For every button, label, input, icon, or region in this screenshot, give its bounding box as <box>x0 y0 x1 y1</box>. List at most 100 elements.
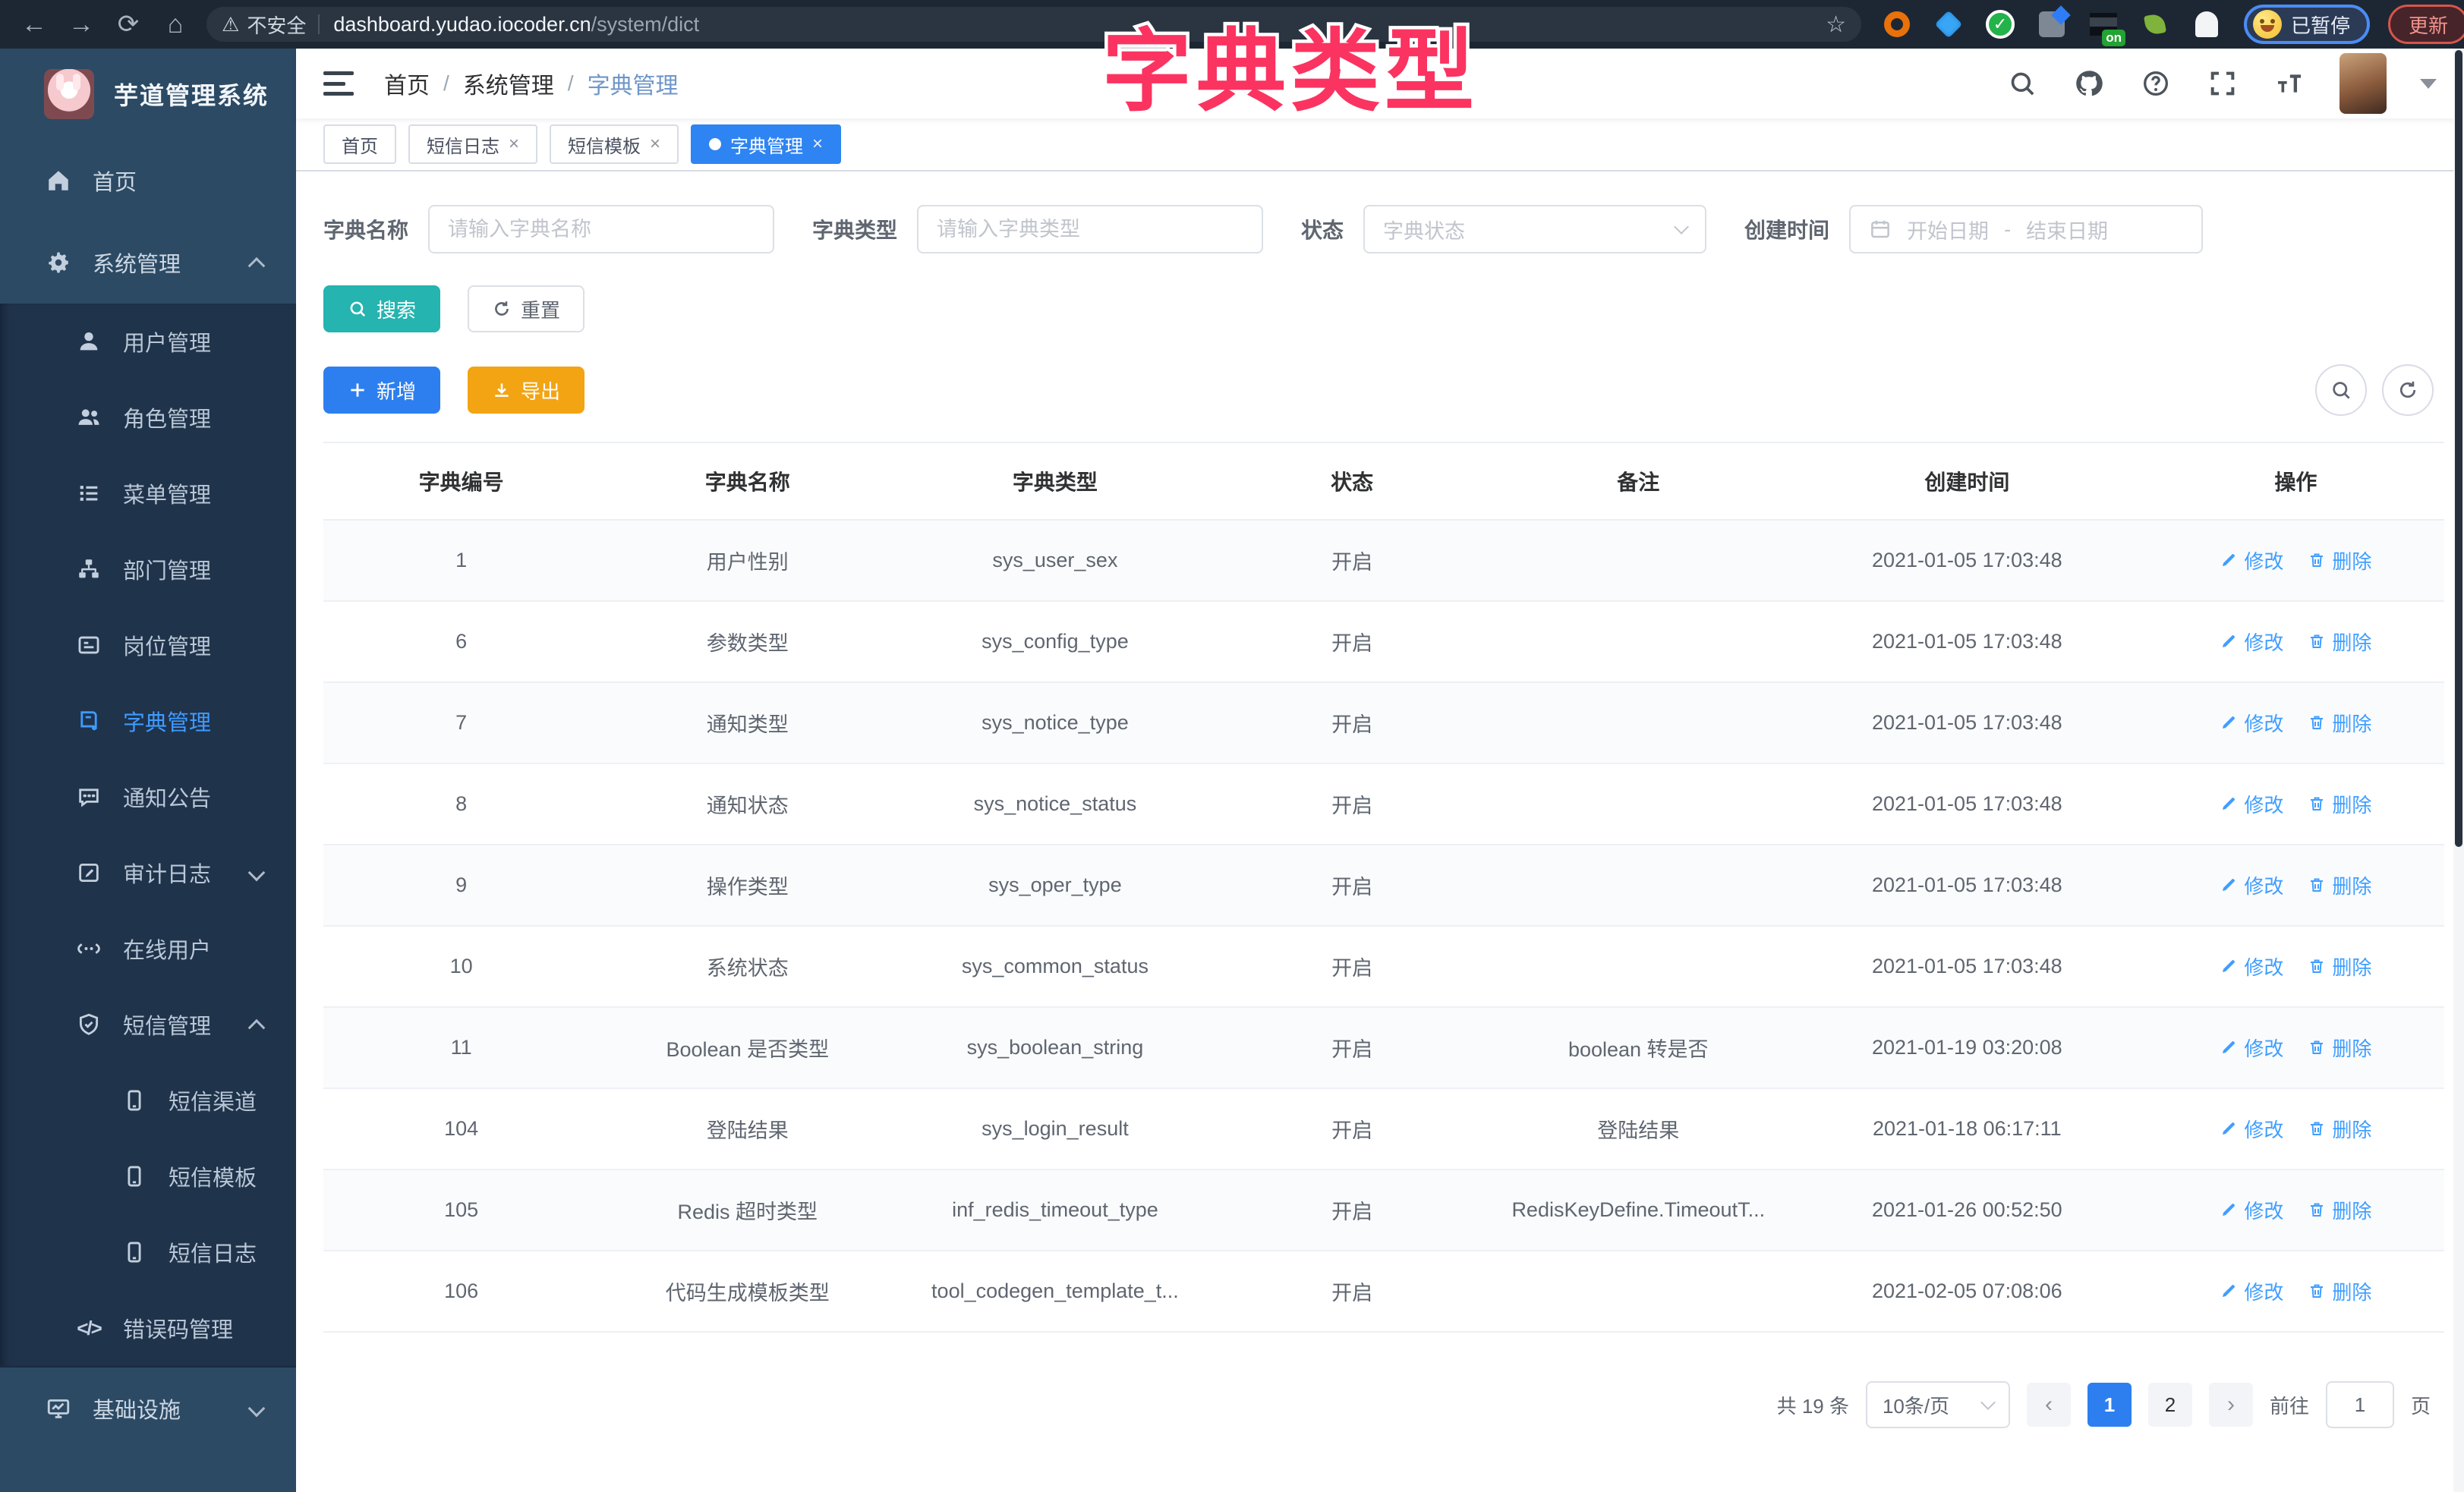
sidebar-item-sms-channel[interactable]: 短信渠道 <box>0 1062 296 1138</box>
edit-link[interactable]: 修改 <box>2220 1115 2283 1143</box>
tab-home[interactable]: 首页 <box>323 124 396 164</box>
github-icon[interactable] <box>2072 67 2106 100</box>
sidebar-item-sms-template[interactable]: 短信模板 <box>0 1138 296 1214</box>
delete-link[interactable]: 删除 <box>2308 1115 2371 1143</box>
tab-sms-template[interactable]: 短信模板 × <box>550 124 679 164</box>
extension-sprout-icon[interactable] <box>2139 8 2171 40</box>
page-2-button[interactable]: 2 <box>2148 1383 2192 1427</box>
edit-link[interactable]: 修改 <box>2220 709 2283 737</box>
search-button[interactable]: 搜索 <box>323 285 440 332</box>
tab-dict-management[interactable]: 字典管理 × <box>691 124 841 164</box>
chrome-update-button[interactable]: 更新 <box>2388 5 2464 44</box>
hamburger-icon[interactable] <box>323 71 354 96</box>
refresh-table-button[interactable] <box>2382 364 2434 416</box>
cell-dict-type-link[interactable]: sys_notice_type <box>896 682 1214 763</box>
delete-link[interactable]: 删除 <box>2308 871 2371 899</box>
fullscreen-icon[interactable] <box>2206 67 2239 100</box>
edit-link[interactable]: 修改 <box>2220 790 2283 818</box>
edit-link[interactable]: 修改 <box>2220 628 2283 656</box>
breadcrumb-system[interactable]: 系统管理 <box>463 67 554 100</box>
cell-dict-type-link[interactable]: inf_redis_timeout_type <box>896 1169 1214 1251</box>
delete-link[interactable]: 删除 <box>2308 628 2371 656</box>
close-icon[interactable]: × <box>812 134 823 155</box>
delete-link[interactable]: 删除 <box>2308 952 2371 981</box>
sidebar-item-sms-management[interactable]: 短信管理 <box>0 987 296 1062</box>
create-button[interactable]: 新增 <box>323 367 440 414</box>
close-icon[interactable]: × <box>509 134 519 155</box>
page-1-button[interactable]: 1 <box>2087 1383 2132 1427</box>
home-icon[interactable]: ⌂ <box>152 10 199 39</box>
reload-icon[interactable]: ⟳ <box>105 9 152 39</box>
delete-link[interactable]: 删除 <box>2308 546 2371 574</box>
prev-page-button[interactable]: ‹ <box>2027 1383 2071 1427</box>
edit-link[interactable]: 修改 <box>2220 1034 2283 1062</box>
breadcrumb-home[interactable]: 首页 <box>384 67 430 100</box>
cell-dict-type-link[interactable]: sys_boolean_string <box>896 1007 1214 1088</box>
dict-type-input[interactable] <box>937 218 1243 241</box>
sidebar-item-error-code-management[interactable]: </> 错误码管理 <box>0 1290 296 1366</box>
show-search-button[interactable] <box>2315 364 2367 416</box>
scrollbar-thumb[interactable] <box>2455 50 2462 847</box>
date-range-picker[interactable]: 开始日期 - 结束日期 <box>1849 205 2203 253</box>
avatar-caret-icon[interactable] <box>2420 79 2437 89</box>
page-size-select[interactable]: 10条/页 <box>1866 1381 2010 1428</box>
create-time-label: 创建时间 <box>1744 214 1829 244</box>
sidebar-item-notice-management[interactable]: 通知公告 <box>0 759 296 835</box>
edit-link[interactable]: 修改 <box>2220 1196 2283 1224</box>
paused-extension-chip[interactable]: 已暂停 <box>2244 5 2370 44</box>
sidebar-item-menu-management[interactable]: 菜单管理 <box>0 455 296 531</box>
sidebar-item-user-management[interactable]: 用户管理 <box>0 304 296 379</box>
sidebar-item-audit-log[interactable]: 审计日志 <box>0 835 296 911</box>
edit-link[interactable]: 修改 <box>2220 1277 2283 1305</box>
scrollbar[interactable] <box>2453 49 2464 1492</box>
sidebar-item-sms-log[interactable]: 短信日志 <box>0 1214 296 1290</box>
delete-link[interactable]: 删除 <box>2308 790 2371 818</box>
sidebar-item-online-users[interactable]: 在线用户 <box>0 911 296 987</box>
forward-icon[interactable]: → <box>58 10 105 39</box>
sidebar-item-system-management[interactable]: 系统管理 <box>0 222 296 304</box>
user-avatar[interactable] <box>2340 53 2387 114</box>
back-icon[interactable]: ← <box>11 10 58 39</box>
close-icon[interactable]: × <box>650 134 660 155</box>
sidebar-item-infrastructure[interactable]: 基础设施 <box>0 1368 296 1450</box>
sidebar-item-dict-management[interactable]: 字典管理 <box>0 683 296 759</box>
dict-name-input[interactable] <box>448 218 755 241</box>
cell-dict-type-link[interactable]: tool_codegen_template_t... <box>896 1251 1214 1332</box>
edit-link[interactable]: 修改 <box>2220 952 2283 981</box>
app-logo-row[interactable]: 芋道管理系统 <box>0 49 296 140</box>
delete-link[interactable]: 删除 <box>2308 1034 2371 1062</box>
status-select[interactable]: 字典状态 <box>1363 205 1706 253</box>
font-size-icon[interactable] <box>2273 67 2306 100</box>
sidebar-item-label: 菜单管理 <box>123 477 211 509</box>
bookmark-star-icon[interactable]: ☆ <box>1826 11 1846 38</box>
export-button[interactable]: 导出 <box>468 367 584 414</box>
delete-link[interactable]: 删除 <box>2308 709 2371 737</box>
sidebar-item-home[interactable]: 首页 <box>0 140 296 222</box>
delete-link[interactable]: 删除 <box>2308 1196 2371 1224</box>
cell-dict-type-link[interactable]: sys_user_sex <box>896 520 1214 601</box>
cell-dict-type-link[interactable]: sys_oper_type <box>896 845 1214 926</box>
cell-dict-type-link[interactable]: sys_notice_status <box>896 763 1214 845</box>
next-page-button[interactable]: › <box>2209 1383 2253 1427</box>
cell-dict-type-link[interactable]: sys_login_result <box>896 1088 1214 1169</box>
extension-proxy-icon[interactable]: on <box>2087 8 2119 40</box>
edit-link[interactable]: 修改 <box>2220 546 2283 574</box>
extension-gem-icon[interactable] <box>1933 8 1965 40</box>
extension-donut-icon[interactable] <box>1881 8 1913 40</box>
extension-grid-icon[interactable] <box>2036 8 2068 40</box>
extension-ghost-icon[interactable] <box>2191 8 2223 40</box>
delete-link[interactable]: 删除 <box>2308 1277 2371 1305</box>
cell-dict-type-link[interactable]: sys_common_status <box>896 926 1214 1007</box>
address-bar[interactable]: ⚠ 不安全 dashboard.yudao.iocoder.cn /system… <box>206 7 1861 42</box>
sidebar-item-role-management[interactable]: 角色管理 <box>0 379 296 455</box>
goto-page-input[interactable] <box>2326 1381 2394 1428</box>
sidebar-item-dept-management[interactable]: 部门管理 <box>0 531 296 607</box>
cell-dict-type-link[interactable]: sys_config_type <box>896 601 1214 682</box>
header-search-icon[interactable] <box>2006 67 2039 100</box>
reset-button[interactable]: 重置 <box>468 285 584 332</box>
extension-green-icon[interactable]: ✓ <box>1984 8 2016 40</box>
edit-link[interactable]: 修改 <box>2220 871 2283 899</box>
help-icon[interactable] <box>2139 67 2173 100</box>
tab-sms-log[interactable]: 短信日志 × <box>408 124 537 164</box>
sidebar-item-post-management[interactable]: 岗位管理 <box>0 607 296 683</box>
